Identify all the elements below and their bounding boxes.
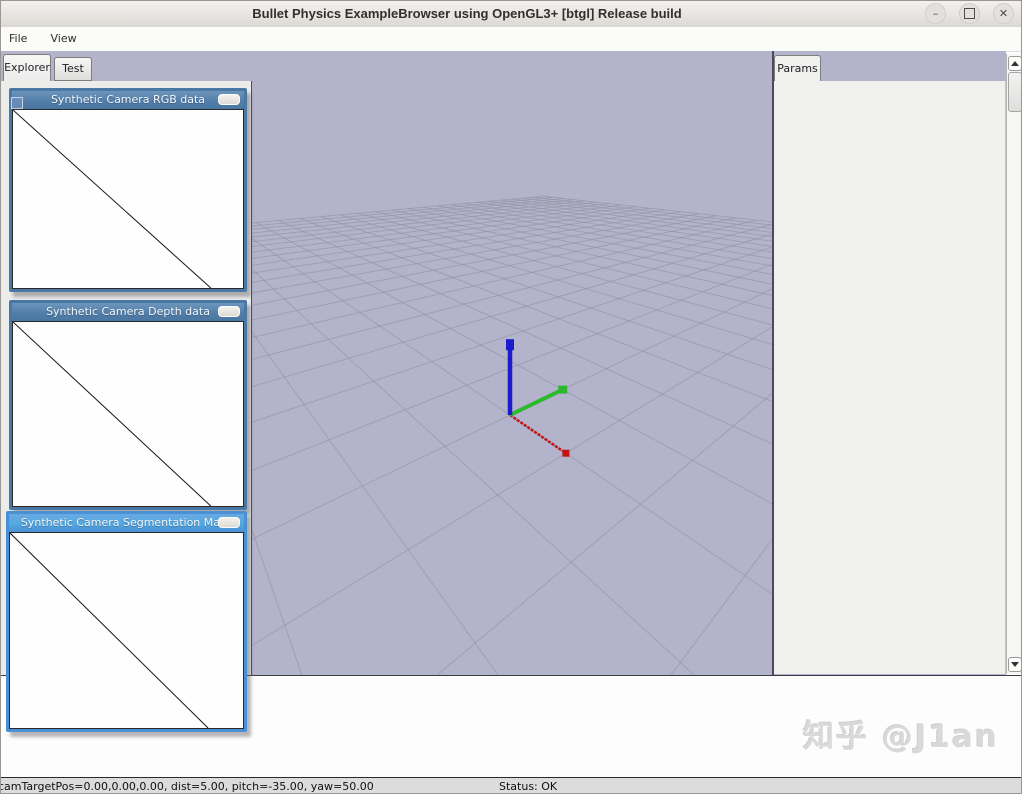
camera-window-rgb-titlebar[interactable]: Synthetic Camera RGB data bbox=[12, 91, 244, 109]
camera-image-placeholder bbox=[9, 532, 244, 729]
viewport-3d[interactable] bbox=[252, 51, 773, 676]
y-axis-cap bbox=[558, 385, 568, 394]
camera-window-segmentation-title: Synthetic Camera Segmentation Mask bbox=[20, 516, 233, 529]
menu-bar: File View bbox=[1, 27, 1021, 52]
window-title: Bullet Physics ExampleBrowser using Open… bbox=[252, 6, 682, 21]
status-ok-text: Status: OK bbox=[499, 780, 558, 793]
camera-status-text: camTargetPos=0.00,0.00,0.00, dist=5.00, … bbox=[0, 780, 374, 793]
params-scrollbar[interactable] bbox=[1006, 54, 1021, 674]
tab-explorer[interactable]: Explorer bbox=[3, 54, 51, 81]
x-axis-cap bbox=[562, 449, 570, 457]
ghost-tree-expand-icon bbox=[11, 97, 23, 109]
window-collapse-button[interactable] bbox=[218, 94, 240, 105]
arrow-up-icon bbox=[1011, 61, 1019, 66]
tab-test[interactable]: Test bbox=[54, 57, 92, 81]
scroll-down-button[interactable] bbox=[1008, 657, 1021, 672]
scroll-up-button[interactable] bbox=[1008, 56, 1021, 71]
maximize-button[interactable] bbox=[959, 3, 980, 24]
camera-window-segmentation[interactable]: Synthetic Camera Segmentation Mask bbox=[6, 511, 247, 732]
arrow-down-icon bbox=[1011, 662, 1019, 667]
camera-window-depth-titlebar[interactable]: Synthetic Camera Depth data bbox=[12, 303, 244, 321]
z-axis-cap bbox=[506, 339, 514, 351]
camera-image-placeholder bbox=[12, 109, 244, 289]
menu-item-view[interactable]: View bbox=[43, 28, 87, 45]
maximize-icon bbox=[964, 7, 975, 19]
menu-item-file[interactable]: File bbox=[1, 28, 37, 45]
minimize-button[interactable]: – bbox=[925, 3, 946, 24]
params-page bbox=[774, 81, 1006, 674]
close-button[interactable]: ✕ bbox=[993, 3, 1014, 24]
application-window: Bullet Physics ExampleBrowser using Open… bbox=[0, 0, 1022, 794]
camera-window-segmentation-titlebar[interactable]: Synthetic Camera Segmentation Mask bbox=[9, 514, 244, 532]
window-titlebar[interactable]: Bullet Physics ExampleBrowser using Open… bbox=[1, 1, 1021, 28]
watermark: 知乎 @J1an bbox=[803, 719, 999, 755]
camera-window-depth[interactable]: Synthetic Camera Depth data bbox=[9, 300, 247, 510]
camera-image-placeholder bbox=[12, 321, 244, 507]
world-grid bbox=[252, 195, 773, 676]
viewport-right-separator bbox=[772, 51, 774, 676]
scroll-thumb[interactable] bbox=[1008, 72, 1021, 112]
window-collapse-button[interactable] bbox=[218, 517, 240, 528]
camera-window-depth-title: Synthetic Camera Depth data bbox=[46, 305, 210, 318]
status-bar: camTargetPos=0.00,0.00,0.00, dist=5.00, … bbox=[0, 777, 1021, 793]
tab-params[interactable]: Params bbox=[774, 55, 821, 81]
camera-window-rgb-title: Synthetic Camera RGB data bbox=[50, 93, 206, 106]
window-collapse-button[interactable] bbox=[218, 306, 240, 317]
camera-window-rgb[interactable]: Synthetic Camera RGB data bbox=[9, 88, 247, 292]
